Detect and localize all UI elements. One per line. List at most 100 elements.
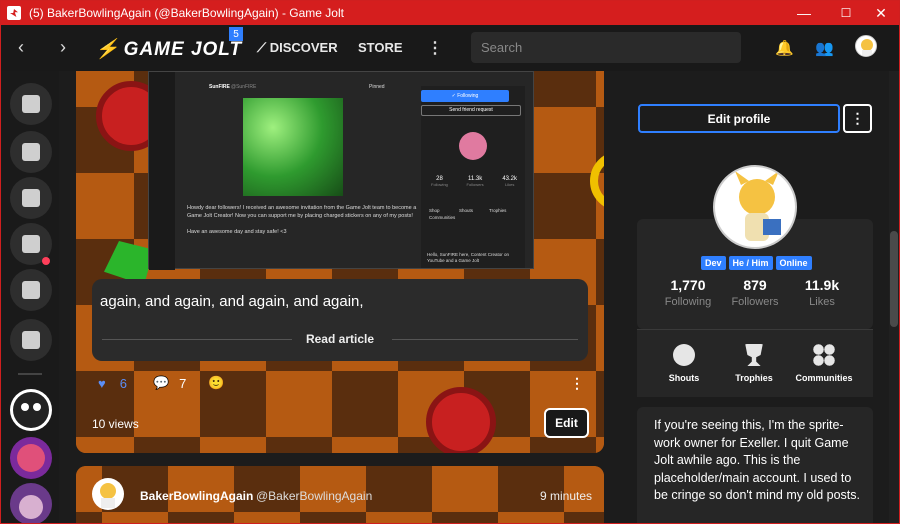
followers-count: 879	[743, 277, 767, 293]
author-handle[interactable]: @BakerBowlingAgain	[256, 489, 372, 503]
likes-stat[interactable]: 11.9k Likes	[787, 277, 857, 308]
screenshot-stat-followers-label: Followers	[466, 182, 484, 187]
sidebar-inventory-button[interactable]	[10, 177, 52, 219]
post-actions: ♥ 6 💬 7 🙂	[98, 375, 225, 391]
likes-count: 11.9k	[804, 277, 840, 293]
screenshot-body2: Have an awesome day and stay safe! <3	[187, 229, 287, 235]
likes-label: Likes	[809, 296, 835, 308]
screenshot-body-text: Howdy dear followers! I received an awes…	[187, 204, 427, 236]
trophy-icon	[745, 344, 763, 366]
screenshot-friend-label: Send friend request	[449, 107, 493, 113]
bell-icon[interactable]: 🔔	[775, 39, 794, 57]
discover-label: DISCOVER	[269, 40, 338, 55]
screenshot-stat: 28 Following	[431, 176, 448, 188]
post-more-button[interactable]: ⋮	[570, 375, 584, 392]
following-stat[interactable]: 1,770 Following	[653, 277, 723, 308]
profile-avatar[interactable]	[713, 165, 797, 249]
bolt-icon: ⚡	[95, 39, 120, 60]
friends-icon[interactable]: 👥	[815, 39, 834, 57]
close-button[interactable]: ✕	[864, 1, 898, 25]
article-excerpt: again, and again, and again, and again,	[100, 293, 364, 310]
minimize-button[interactable]: —	[787, 1, 821, 25]
compass-icon: ⟋	[257, 40, 270, 55]
profile-bio-card: If you're seeing this, I'm the sprite-wo…	[637, 407, 873, 523]
profile-bio: If you're seeing this, I'm the sprite-wo…	[654, 418, 860, 503]
more-menu-button[interactable]: ⋮	[427, 38, 443, 58]
screenshot-pinned: Pinned	[369, 84, 385, 90]
followers-label: Followers	[731, 296, 779, 308]
following-label: Following	[664, 296, 712, 308]
tab-trophies[interactable]: Trophies	[719, 344, 789, 383]
tab-communities-label: Communities	[795, 373, 853, 383]
author-name[interactable]: BakerBowlingAgain	[140, 489, 253, 503]
page-scrollbar[interactable]	[889, 71, 899, 523]
backpack-icon	[22, 189, 40, 207]
forward-button[interactable]: ›	[51, 35, 75, 59]
profile-tags: Dev He / Him Online	[701, 256, 812, 270]
tab-trophies-label: Trophies	[735, 373, 773, 383]
community-avatar-1[interactable]	[10, 389, 52, 431]
view-count: 10 views	[92, 417, 139, 431]
communities-icon	[813, 344, 835, 366]
title-bar: (5) BakerBowlingAgain (@BakerBowlingAgai…	[1, 1, 899, 25]
window-title: (5) BakerBowlingAgain (@BakerBowlingAgai…	[29, 6, 344, 20]
screenshot-artwork	[243, 98, 343, 196]
community-avatar-2[interactable]	[10, 437, 52, 479]
screenshot-following-label: ✓ Following	[451, 93, 479, 99]
profile-menu-button[interactable]: ⋮	[843, 104, 872, 133]
sidebar-store-button[interactable]	[10, 131, 52, 173]
screenshot-tab-shop: Shop	[429, 208, 440, 213]
screenshot-following-button: ✓ Following	[421, 90, 509, 102]
pen-icon	[22, 235, 40, 253]
maximize-button[interactable]: ☐	[829, 1, 863, 25]
screenshot-tab-communities: Communities	[429, 215, 456, 220]
pronouns-tag: He / Him	[728, 256, 773, 270]
sidebar-library-button[interactable]	[10, 269, 52, 311]
screenshot-tab-trophies: Trophies	[489, 208, 507, 213]
top-navbar: ‹ › ⚡ GAME JOLT 5 ⟋ DISCOVER STORE ⋮ Sear…	[1, 25, 899, 71]
sidebar-collections-button[interactable]	[10, 319, 52, 361]
post-timestamp[interactable]: 9 minutes	[540, 489, 592, 503]
screenshot-bio: Hello, SunFIRE here, Content Creator on …	[427, 252, 510, 263]
tab-shouts-label: Shouts	[668, 373, 700, 383]
store-link[interactable]: STORE	[358, 40, 403, 55]
community-avatar-3[interactable]	[10, 483, 52, 523]
edit-post-button[interactable]: Edit	[544, 408, 589, 438]
screenshot-stat-following-label: Following	[431, 182, 448, 187]
tab-communities[interactable]: Communities	[789, 344, 859, 383]
sticker-icon[interactable]: 🙂	[208, 375, 224, 391]
search-input[interactable]: Search	[471, 32, 741, 63]
store-icon	[22, 143, 40, 161]
embedded-screenshot: SunFIRE @SunFIRE Pinned Howdy dear follo…	[148, 71, 534, 270]
scrollbar-thumb[interactable]	[890, 231, 898, 327]
followers-stat[interactable]: 879 Followers	[720, 277, 790, 308]
tab-shouts[interactable]: Shouts	[649, 344, 719, 383]
dev-tag: Dev	[701, 256, 726, 270]
app-window: (5) BakerBowlingAgain (@BakerBowlingAgai…	[0, 0, 900, 524]
read-article-button[interactable]: Read article	[92, 332, 588, 346]
gamejolt-brand-link[interactable]: ⚡ GAME JOLT	[95, 37, 242, 61]
post-card: BakerBowlingAgain @BakerBowlingAgain 9 m…	[76, 466, 604, 523]
edit-profile-button[interactable]: Edit profile	[638, 104, 840, 133]
online-tag: Online	[775, 256, 812, 270]
user-avatar[interactable]	[855, 35, 877, 57]
screenshot-stat-likes-label: Likes	[504, 182, 515, 187]
screenshot-stat: 43.2k Likes	[502, 176, 517, 188]
post-card: SunFIRE @SunFIRE Pinned Howdy dear follo…	[76, 71, 604, 453]
feed-column: SunFIRE @SunFIRE Pinned Howdy dear follo…	[59, 71, 621, 523]
library-icon	[22, 331, 40, 349]
sidebar-home-button[interactable]	[10, 83, 52, 125]
red-coin-decoration	[426, 387, 496, 453]
screenshot-friend-button: Send friend request	[421, 105, 521, 116]
article-preview: again, and again, and again, and again, …	[92, 279, 588, 361]
back-button[interactable]: ‹	[9, 35, 33, 59]
notification-count-badge: 5	[229, 27, 243, 41]
author-avatar[interactable]	[92, 478, 124, 510]
sidebar-divider	[18, 373, 42, 375]
discover-link[interactable]: ⟋ DISCOVER	[257, 40, 338, 56]
screenshot-handle: @SunFIRE	[231, 84, 257, 90]
screenshot-tab-shouts: Shouts	[459, 208, 474, 213]
like-count: 6	[119, 375, 127, 391]
heart-icon[interactable]: ♥	[98, 376, 106, 391]
comment-icon[interactable]: 💬	[153, 375, 169, 391]
